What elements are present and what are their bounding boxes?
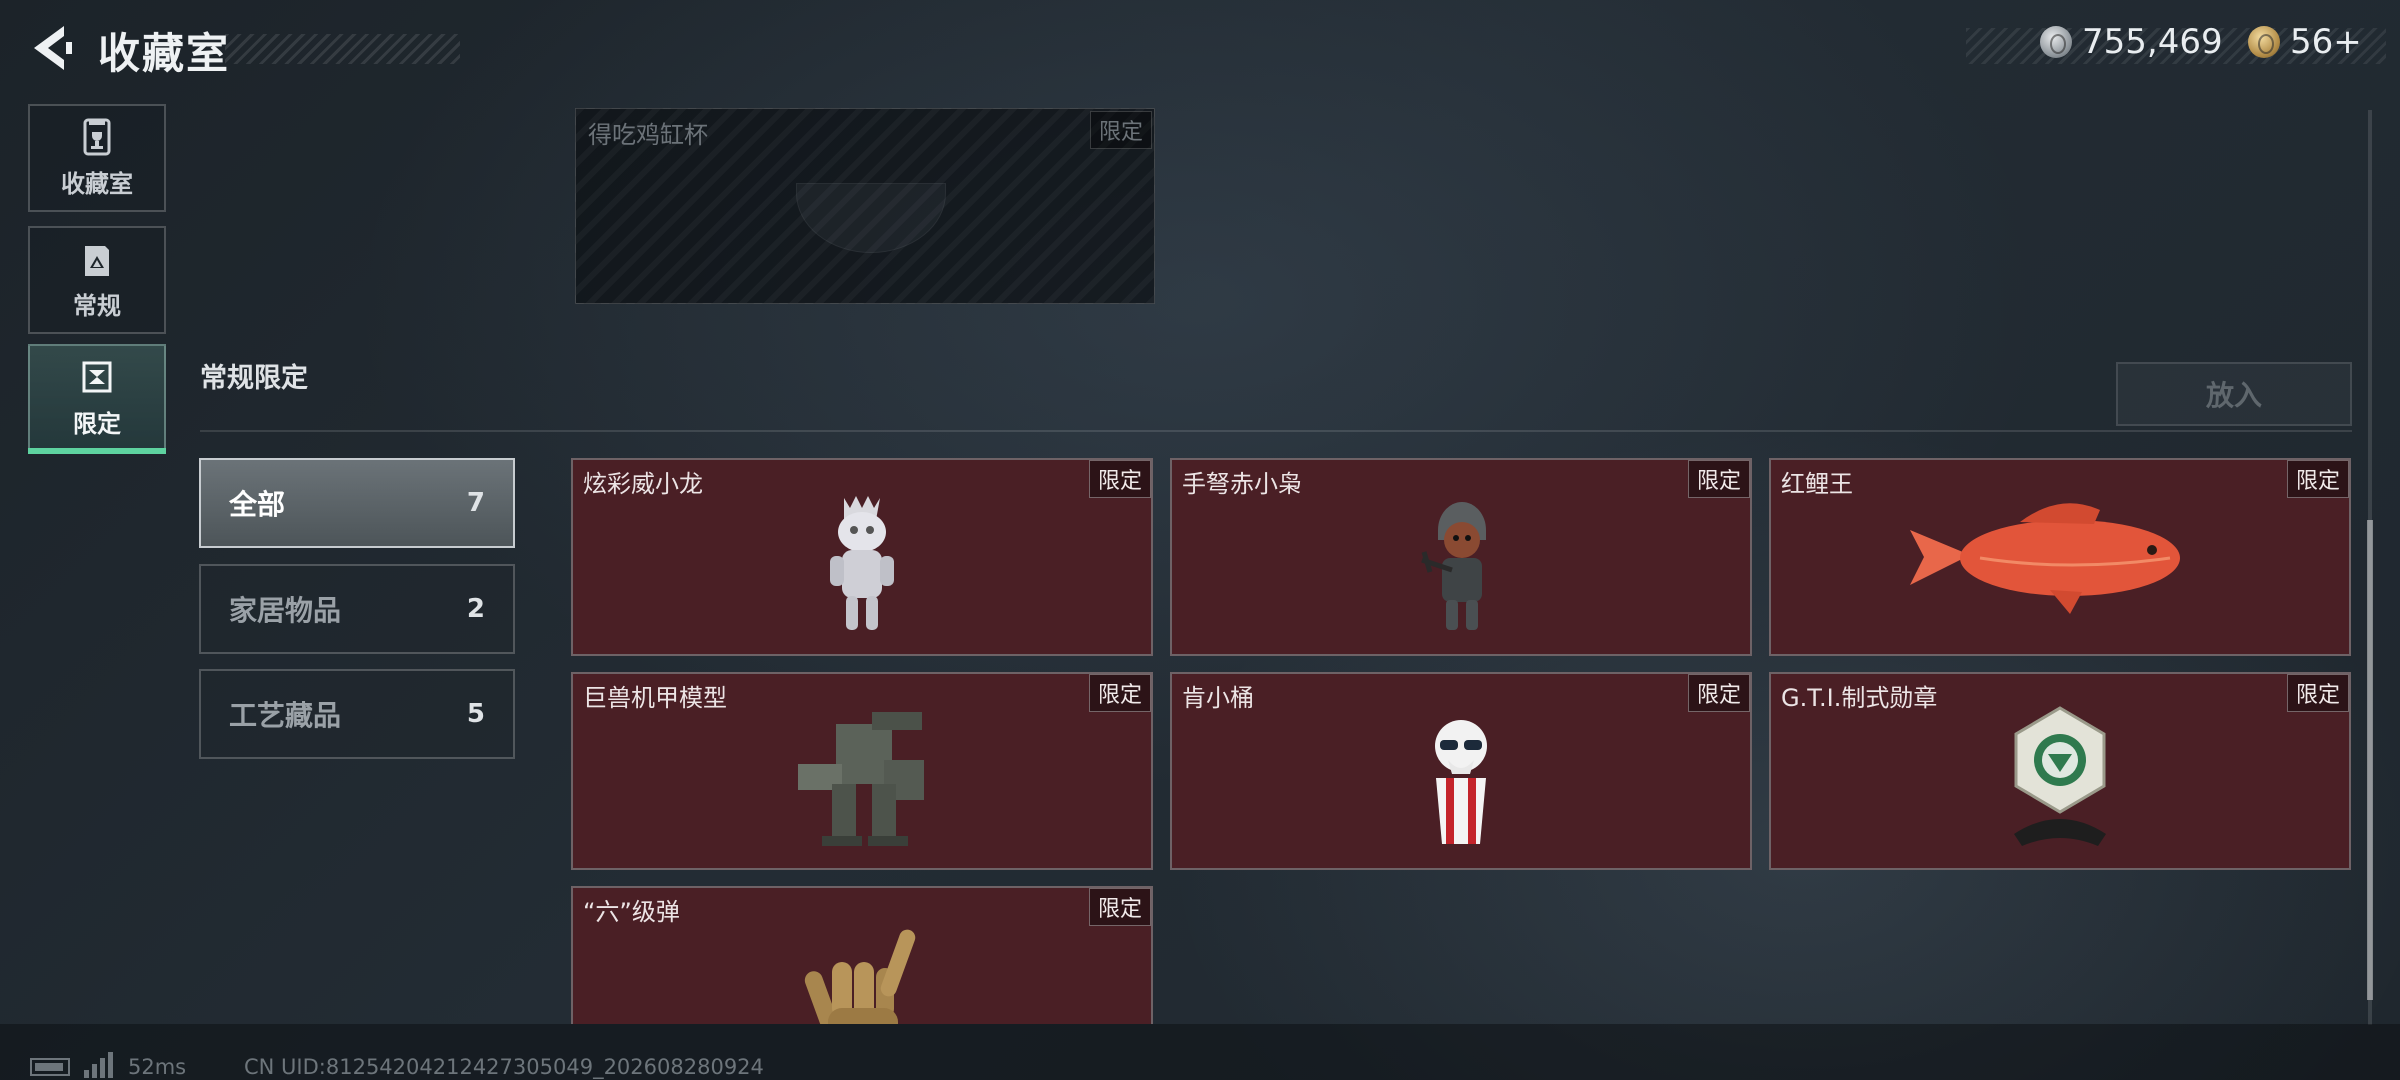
bucket-figure-icon [1435,720,1487,844]
signal-bars-icon [84,1052,113,1078]
scrollbar-thumb[interactable] [2367,520,2373,1000]
item-card[interactable]: “六”级弹 限定 [571,886,1153,1024]
cup-silhouette-icon [796,183,946,253]
nav-active-indicator [28,448,166,454]
silver-amount: 755,469 [2082,22,2223,62]
filter-label: 全部 [229,488,286,521]
collection-card-locked[interactable]: 得吃鸡缸杯 限定 [575,108,1155,304]
silver-currency: 755,469 [2040,22,2223,62]
medal-icon [2014,706,2106,846]
item-name: 炫彩威小龙 [583,470,703,498]
page-title: 收藏室 [98,29,231,78]
top-bar: 收藏室 755,469 56+ [0,0,2400,96]
mech-model-icon [798,712,924,846]
limited-badge: 限定 [1089,111,1152,149]
item-name: 手弩赤小枭 [1182,470,1302,498]
item-card[interactable]: 巨兽机甲模型 限定 [571,672,1153,870]
item-name: 红鲤王 [1781,470,1853,498]
battery-icon [30,1058,70,1076]
silver-coin-icon [2040,26,2072,58]
back-button[interactable] [26,22,74,74]
gold-amount: 56+ [2290,22,2362,62]
limited-badge: 限定 [1088,888,1151,926]
limited-badge: 限定 [1088,674,1151,712]
limited-badge: 限定 [1088,460,1151,498]
filter-label: 工艺藏品 [229,699,342,732]
limited-badge: 限定 [1687,460,1750,498]
item-name: “六”级弹 [583,898,680,926]
red-carp-icon [1910,503,2180,614]
item-card[interactable]: 肯小桶 限定 [1170,672,1752,870]
filter-craft-items[interactable]: 工艺藏品 5 [199,669,515,759]
limited-badge: 限定 [2286,460,2349,498]
nav-label: 收藏室 [61,169,133,198]
section-divider [200,430,2352,432]
ping-readout: 52ms [128,1055,187,1079]
item-grid: 炫彩威小龙 限定 手弩赤小枭 限定 红鲤王 限定 巨兽机甲模型 限定 肯小桶 限… [571,458,2352,1024]
chevron-left-icon [34,26,72,70]
item-name: 巨兽机甲模型 [583,684,727,712]
nav-label: 常规 [73,291,121,320]
user-uid: CN UID:8125420421242730504​9_20260828092… [244,1055,764,1079]
picture-icon [85,245,109,276]
filter-home-items[interactable]: 家居物品 2 [199,564,515,654]
hand-sign-icon [804,929,916,1024]
dragon-figure-icon [830,496,894,630]
filter-count: 2 [466,594,485,624]
filter-all[interactable]: 全部 7 [199,458,515,548]
nav-limited[interactable]: 限定 [28,344,166,452]
item-name: G.T.I.制式勋章 [1781,684,1938,712]
filter-label: 家居物品 [229,594,342,627]
trophy-icon [83,118,111,155]
item-card[interactable]: 手弩赤小枭 限定 [1170,458,1752,656]
section-title: 常规限定 [200,363,308,394]
nav-label: 限定 [73,409,121,438]
limited-frame-icon [82,361,112,392]
nav-regular[interactable]: 常规 [28,226,166,334]
item-card[interactable]: 红鲤王 限定 [1769,458,2351,656]
limited-badge: 限定 [1687,674,1750,712]
item-name: 肯小桶 [1182,684,1254,712]
filter-count: 7 [466,488,485,518]
item-card[interactable]: 炫彩威小龙 限定 [571,458,1153,656]
gold-currency[interactable]: 56+ [2248,22,2362,62]
put-in-button[interactable]: 放入 [2116,362,2352,426]
filter-count: 5 [466,699,485,729]
limited-badge: 限定 [2286,674,2349,712]
title-decoration [225,34,460,64]
card-name: 得吃鸡缸杯 [588,121,708,149]
item-card[interactable]: G.T.I.制式勋章 限定 [1769,672,2351,870]
nav-collection-room[interactable]: 收藏室 [28,104,166,212]
gold-coin-icon [2248,26,2280,58]
crossbow-figure-icon [1421,502,1486,630]
